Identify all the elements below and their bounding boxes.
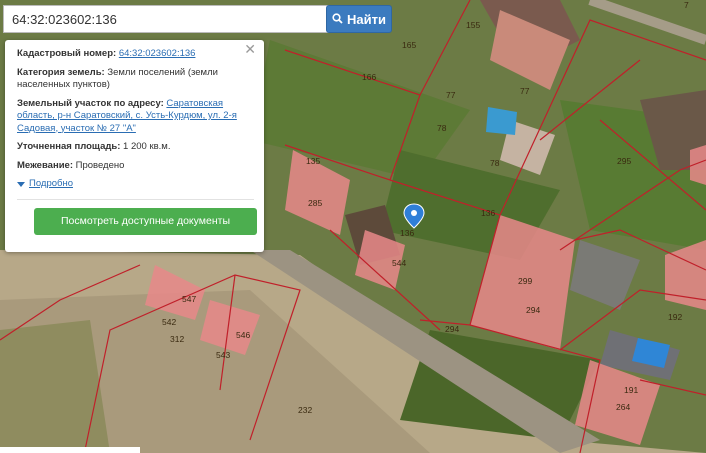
parcel-number-label: 135 bbox=[306, 156, 320, 166]
bottom-strip bbox=[0, 447, 140, 453]
category-label: Категория земель: bbox=[17, 66, 105, 78]
parcel-number-label: 285 bbox=[308, 198, 322, 208]
parcel-number-label: 165 bbox=[402, 40, 416, 50]
parcel-number-label: 191 bbox=[624, 385, 638, 395]
survey-label: Межевание: bbox=[17, 159, 73, 171]
triangle-down-icon bbox=[17, 181, 25, 187]
parcel-number-label: 77 bbox=[446, 90, 456, 100]
details-toggle[interactable]: Подробно bbox=[17, 178, 254, 191]
cadastral-row: Кадастровый номер: 64:32:023602:136 bbox=[17, 48, 254, 61]
area-value: 1 200 кв.м. bbox=[123, 141, 171, 152]
parcel-number-label: 295 bbox=[617, 156, 631, 166]
parcel-number-label: 547 bbox=[182, 294, 196, 304]
parcel-info-popup: ✕ Кадастровый номер: 64:32:023602:136 Ка… bbox=[5, 40, 264, 252]
cadastral-label: Кадастровый номер: bbox=[17, 48, 117, 59]
parcel-number-label: 78 bbox=[437, 123, 447, 133]
search-input[interactable] bbox=[3, 5, 331, 33]
parcel-number-label: 78 bbox=[490, 158, 500, 168]
parcel-number-label: 546 bbox=[236, 330, 250, 340]
parcel-number-label: 294 bbox=[445, 324, 459, 334]
parcel-number-label: 7 bbox=[684, 0, 689, 10]
parcel-number-label: 166 bbox=[362, 72, 376, 82]
parcel-number-label: 312 bbox=[170, 334, 184, 344]
category-row: Категория земель: Земли поселений (земли… bbox=[17, 67, 254, 92]
parcel-number-label: 294 bbox=[526, 305, 540, 315]
details-link[interactable]: Подробно bbox=[29, 178, 73, 191]
parcel-number-label: 155 bbox=[466, 20, 480, 30]
survey-row: Межевание: Проведено bbox=[17, 160, 254, 173]
parcel-number-label: 299 bbox=[518, 276, 532, 286]
area-label: Уточненная площадь: bbox=[17, 141, 121, 152]
parcel-number-label: 544 bbox=[392, 258, 406, 268]
parcel-number-label: 136 bbox=[400, 228, 414, 238]
area-row: Уточненная площадь: 1 200 кв.м. bbox=[17, 141, 254, 154]
view-documents-button[interactable]: Посмотреть доступные документы bbox=[34, 207, 257, 235]
parcel-number-label: 232 bbox=[298, 405, 312, 415]
parcel-number-label: 542 bbox=[162, 317, 176, 327]
address-row: Земельный участок по адресу: Саратовская… bbox=[17, 98, 254, 136]
survey-value: Проведено bbox=[75, 159, 125, 171]
search-button[interactable]: Найти bbox=[326, 5, 392, 33]
address-label: Земельный участок по адресу: bbox=[17, 97, 164, 109]
search-icon bbox=[332, 12, 343, 27]
parcel-number-label: 543 bbox=[216, 350, 230, 360]
parcel-number-label: 77 bbox=[520, 86, 530, 96]
cadastral-link[interactable]: 64:32:023602:136 bbox=[119, 48, 196, 59]
close-icon[interactable]: ✕ bbox=[244, 42, 256, 55]
parcel-number-label: 192 bbox=[668, 312, 682, 322]
divider bbox=[17, 198, 254, 200]
parcel-number-label: 264 bbox=[616, 402, 630, 412]
search-button-label: Найти bbox=[347, 11, 386, 27]
parcel-number-label: 136 bbox=[481, 208, 495, 218]
